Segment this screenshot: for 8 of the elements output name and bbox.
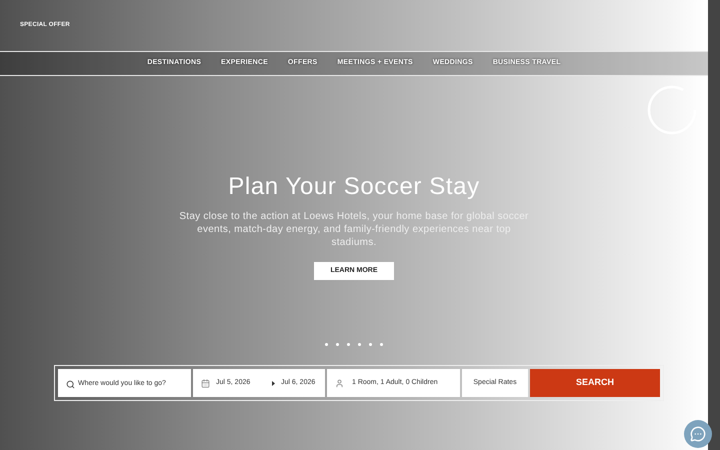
person-icon [335,378,344,388]
chat-button[interactable] [684,420,712,448]
hero-title: Plan Your Soccer Stay [228,172,480,202]
search-button[interactable]: SEARCH [530,369,660,397]
search-icon [66,380,75,389]
caret-icon [272,380,275,386]
calendar-icon [201,378,210,388]
chat-icon [690,426,706,442]
